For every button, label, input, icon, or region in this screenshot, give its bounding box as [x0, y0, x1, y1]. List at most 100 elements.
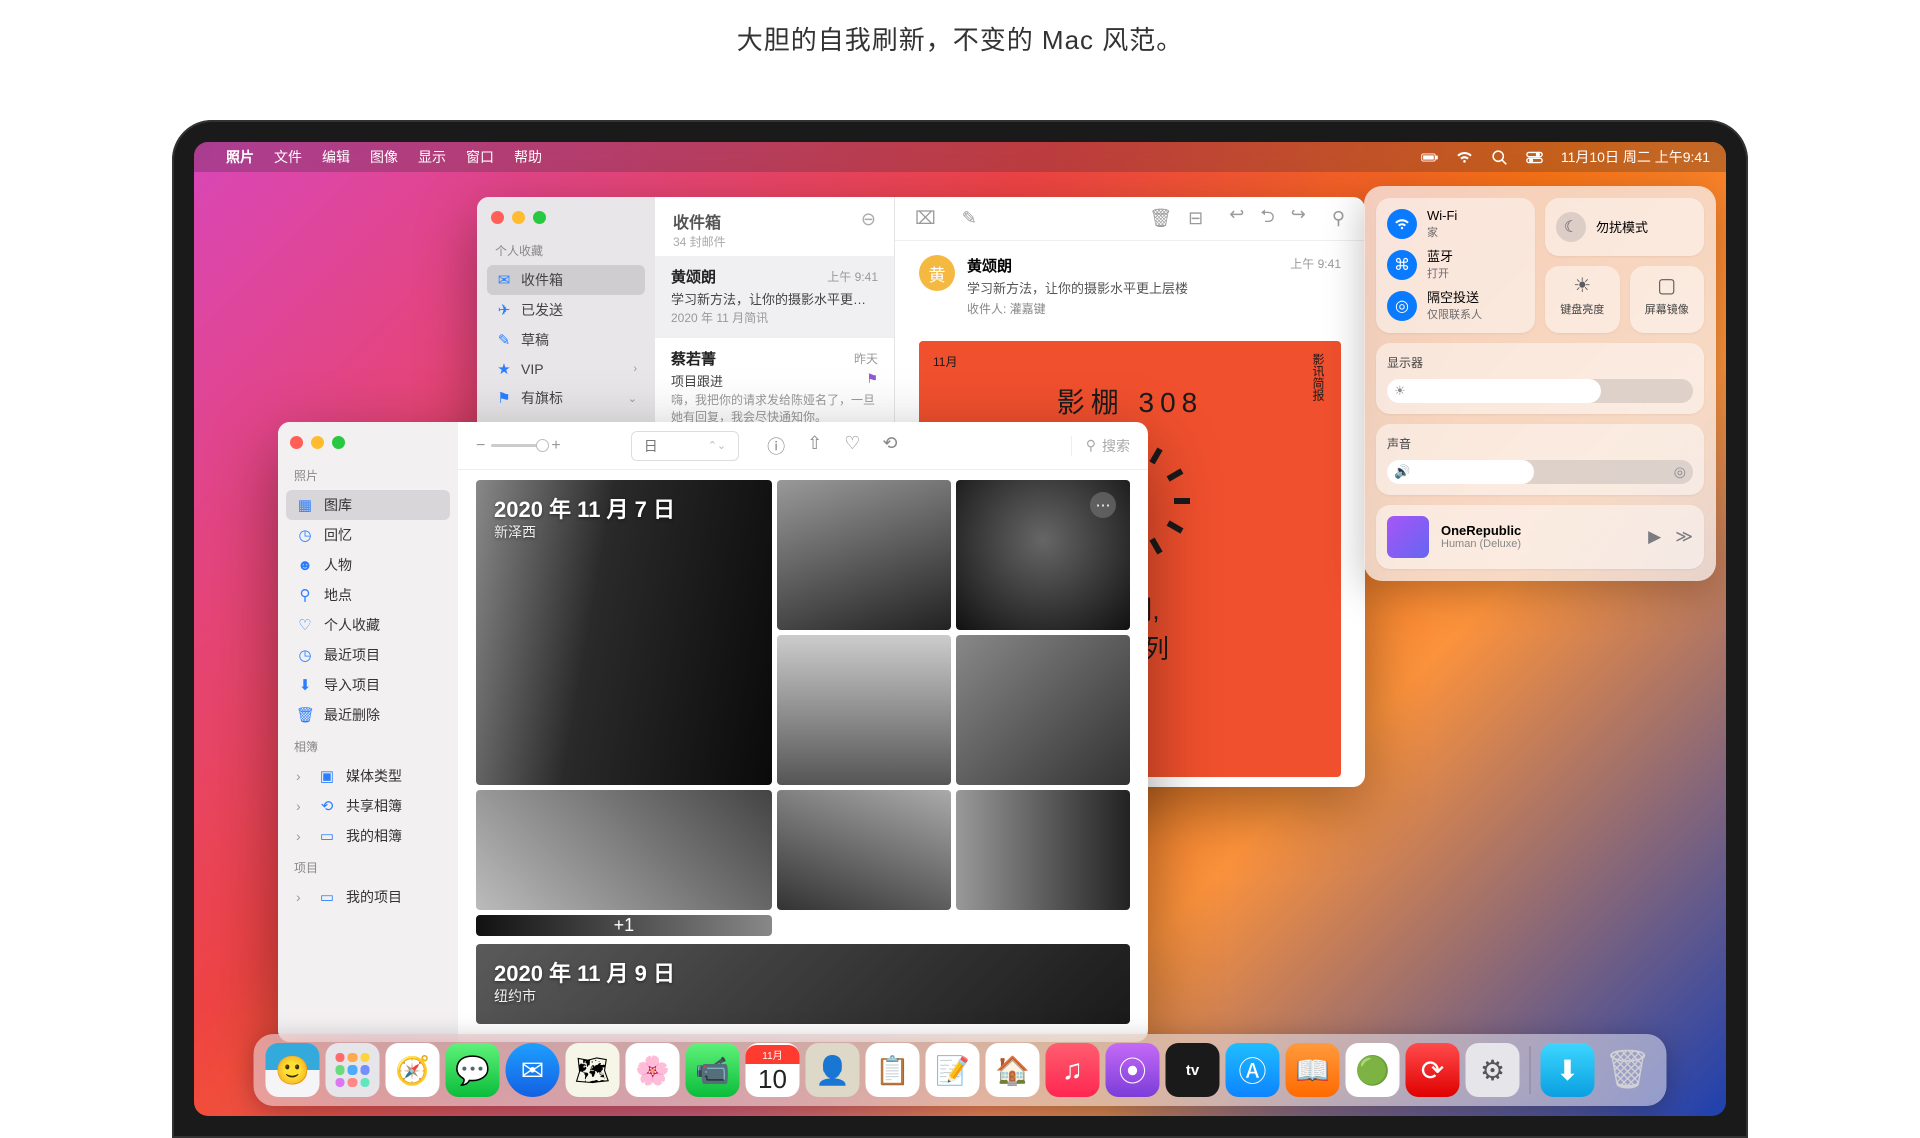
view-segmented[interactable]: 日⌃⌄	[631, 431, 739, 461]
minimize-button[interactable]	[311, 436, 324, 449]
next-track-icon[interactable]: ≫	[1675, 527, 1693, 547]
screen-mirror-icon: ▢	[1636, 276, 1699, 296]
ph-nav-people[interactable]: ☻人物	[286, 550, 450, 580]
menubar-datetime[interactable]: 11月10日 周二 上午9:41	[1561, 147, 1710, 167]
dock-findmy[interactable]: 🟢	[1346, 1043, 1400, 1097]
cc-bluetooth[interactable]: ⌘蓝牙打开	[1387, 250, 1524, 281]
ph-nav-media[interactable]: ›▣媒体类型	[286, 761, 450, 791]
wifi-icon[interactable]	[1456, 148, 1473, 166]
cc-wifi[interactable]: Wi-Fi家	[1387, 209, 1524, 240]
play-icon[interactable]: ▶	[1648, 527, 1661, 547]
mail-nav-drafts[interactable]: ✎草稿	[487, 325, 645, 355]
archive-icon[interactable]: ⌧	[915, 208, 936, 229]
control-center-icon[interactable]	[1526, 148, 1543, 166]
share-icon[interactable]: ⇧	[807, 433, 822, 459]
photo-thumbnail-overflow[interactable]: +1	[476, 915, 772, 936]
cc-screen-mirror[interactable]: ▢屏幕镜像	[1630, 266, 1705, 333]
mail-message-item[interactable]: 黄颂朗上午 9:41 学习新方法，让你的摄影水平更… 2020 年 11 月简讯	[655, 256, 894, 338]
ph-nav-recents[interactable]: ◷最近项目	[286, 640, 450, 670]
ph-section-library: 照片	[294, 467, 450, 484]
dock-appstore[interactable]: Ⓐ	[1226, 1043, 1280, 1097]
dock-reminders[interactable]: 📋	[866, 1043, 920, 1097]
cc-dnd[interactable]: ☾勿扰模式	[1545, 198, 1704, 256]
close-button[interactable]	[290, 436, 303, 449]
dock-messages[interactable]: 💬	[446, 1043, 500, 1097]
ph-nav-projects[interactable]: ›▭我的项目	[286, 882, 450, 912]
menu-edit[interactable]: 编辑	[322, 147, 350, 167]
cc-airdrop[interactable]: ◎隔空投送仅限联系人	[1387, 291, 1524, 322]
airplay-audio-icon[interactable]: ◎	[1674, 463, 1686, 480]
menu-window[interactable]: 窗口	[466, 147, 494, 167]
dock-books[interactable]: 📖	[1286, 1043, 1340, 1097]
compose-icon[interactable]: ✎	[962, 208, 977, 229]
ph-nav-shared[interactable]: ›⟲共享相簿	[286, 791, 450, 821]
menu-view[interactable]: 显示	[418, 147, 446, 167]
photo-thumbnail[interactable]	[476, 790, 772, 910]
zoom-slider[interactable]: −+	[476, 437, 561, 455]
photo-thumbnail[interactable]	[777, 790, 951, 910]
cc-sound-slider[interactable]: 声音 🔊◎	[1376, 424, 1704, 495]
zoom-button[interactable]	[332, 436, 345, 449]
menu-file[interactable]: 文件	[274, 147, 302, 167]
dock-music[interactable]: ♫	[1046, 1043, 1100, 1097]
dock-trash[interactable]: 🗑	[1601, 1043, 1655, 1097]
dock-maps[interactable]: 🗺	[566, 1043, 620, 1097]
ph-nav-library[interactable]: ▦图库	[286, 490, 450, 520]
mail-nav-inbox[interactable]: ✉︎收件箱	[487, 265, 645, 295]
spotlight-icon[interactable]	[1491, 148, 1508, 166]
ph-nav-memories[interactable]: ◷回忆	[286, 520, 450, 550]
mail-nav-vip[interactable]: ★VIP›	[487, 355, 645, 383]
photo-thumbnail[interactable]	[956, 790, 1130, 910]
dock-calendar[interactable]: 11月10	[746, 1043, 800, 1097]
dock-launchpad[interactable]	[326, 1043, 380, 1097]
menu-help[interactable]: 帮助	[514, 147, 542, 167]
zoom-button[interactable]	[533, 211, 546, 224]
menu-image[interactable]: 图像	[370, 147, 398, 167]
dock-update[interactable]: ⟳	[1406, 1043, 1460, 1097]
window-controls	[290, 436, 450, 449]
info-icon[interactable]: ⓘ	[767, 433, 785, 459]
photo-thumbnail[interactable]	[777, 635, 951, 785]
trash-icon[interactable]: 🗑	[1149, 208, 1172, 229]
close-button[interactable]	[491, 211, 504, 224]
favorite-icon[interactable]: ♡	[844, 433, 860, 459]
dock-tv[interactable]: tv	[1166, 1043, 1220, 1097]
dock-finder[interactable]: 🙂	[266, 1043, 320, 1097]
reply-all-icon[interactable]: ⮌	[1260, 204, 1274, 234]
forward-icon[interactable]: ↪	[1291, 204, 1306, 234]
junk-icon[interactable]: ⊟	[1188, 208, 1203, 229]
dock-photos[interactable]: 🌸	[626, 1043, 680, 1097]
ph-nav-myalbums[interactable]: ›▭我的相簿	[286, 821, 450, 851]
ph-nav-favorites[interactable]: ♡个人收藏	[286, 610, 450, 640]
ph-nav-places[interactable]: ⚲地点	[286, 580, 450, 610]
mail-nav-sent[interactable]: ✈︎已发送	[487, 295, 645, 325]
reply-icon[interactable]: ↩	[1229, 204, 1244, 234]
dock-home[interactable]: 🏠	[986, 1043, 1040, 1097]
more-button[interactable]: ⋯	[1090, 492, 1116, 518]
cc-keyboard-brightness[interactable]: ☀︎键盘亮度	[1545, 266, 1620, 333]
dock-contacts[interactable]: 👤	[806, 1043, 860, 1097]
search-icon[interactable]: ⚲	[1332, 208, 1345, 229]
photos-search[interactable]: ⚲搜索	[1071, 436, 1130, 456]
cc-now-playing[interactable]: OneRepublicHuman (Deluxe) ▶≫	[1376, 505, 1704, 569]
dock-settings[interactable]: ⚙︎	[1466, 1043, 1520, 1097]
minimize-button[interactable]	[512, 211, 525, 224]
dock-downloads[interactable]: ⬇︎	[1541, 1043, 1595, 1097]
dock-mail[interactable]: ✉︎	[506, 1043, 560, 1097]
ph-nav-imports[interactable]: ⬇︎导入项目	[286, 670, 450, 700]
ph-nav-deleted[interactable]: 🗑最近删除	[286, 700, 450, 730]
dock-notes[interactable]: 📝	[926, 1043, 980, 1097]
filter-icon[interactable]: ⊖	[861, 209, 876, 230]
menu-app-name[interactable]: 照片	[226, 147, 254, 167]
rotate-icon[interactable]: ⟲	[882, 433, 897, 459]
mail-nav-flagged[interactable]: ⚑有旗标⌄	[487, 383, 645, 413]
dock-safari[interactable]: 🧭	[386, 1043, 440, 1097]
battery-icon[interactable]	[1421, 148, 1438, 166]
dock-facetime[interactable]: 📹	[686, 1043, 740, 1097]
cc-display-slider[interactable]: 显示器 ☀︎	[1376, 343, 1704, 414]
photo-thumbnail[interactable]	[956, 635, 1130, 785]
dock-separator	[1530, 1046, 1531, 1094]
photo-thumbnail[interactable]	[777, 480, 951, 630]
photo-location: 新泽西	[494, 522, 536, 542]
dock-podcasts[interactable]: ⦿	[1106, 1043, 1160, 1097]
